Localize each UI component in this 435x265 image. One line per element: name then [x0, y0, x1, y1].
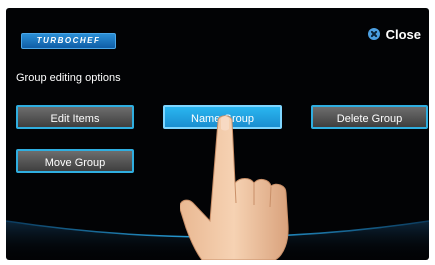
close-icon — [367, 28, 380, 40]
section-title: Group editing options — [16, 72, 121, 84]
pointing-hand-image — [180, 115, 289, 260]
close-button[interactable]: Close — [367, 26, 421, 42]
close-label: Close — [385, 26, 421, 42]
delete-group-button[interactable]: Delete Group — [311, 105, 428, 129]
move-group-button[interactable]: Move Group — [16, 149, 134, 173]
edit-items-button[interactable]: Edit Items — [16, 105, 134, 129]
turbochef-logo: TURBOCHEF — [21, 33, 116, 49]
